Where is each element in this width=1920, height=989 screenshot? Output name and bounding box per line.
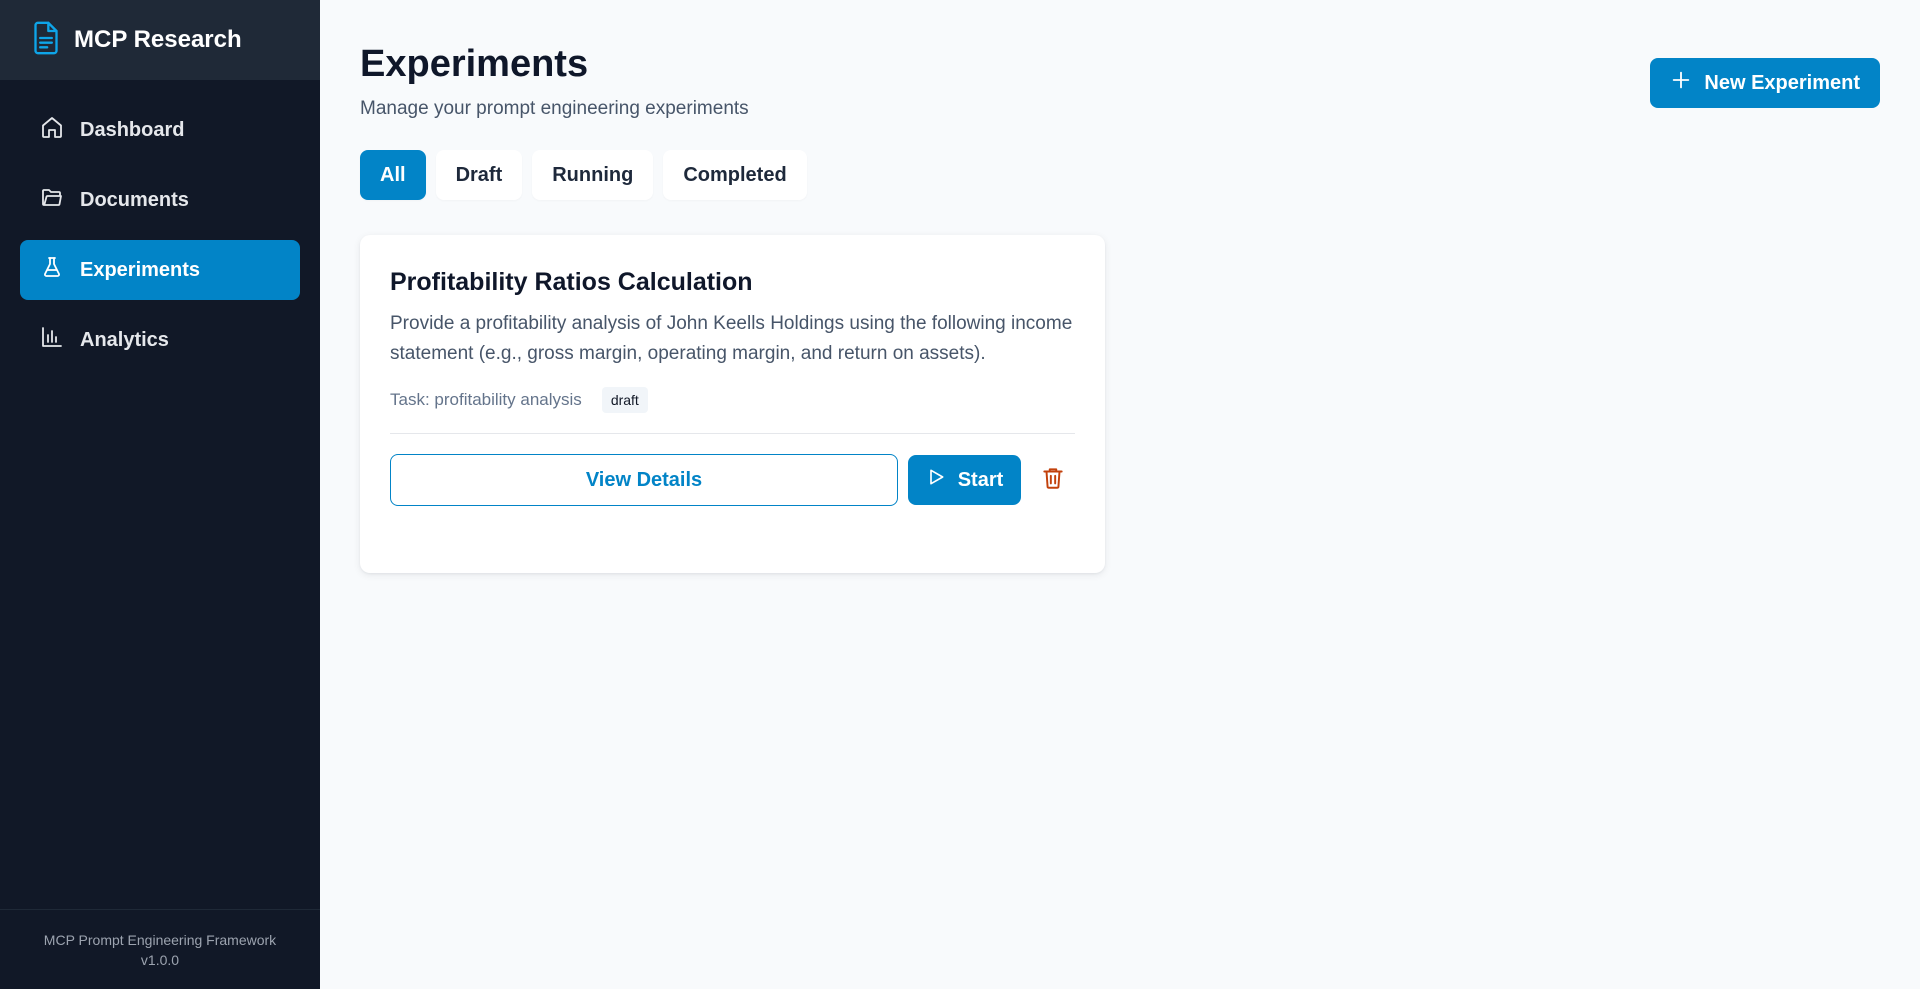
- experiment-title: Profitability Ratios Calculation: [390, 268, 753, 296]
- sidebar-item-dashboard[interactable]: Dashboard: [20, 100, 300, 160]
- main-content: Experiments Manage your prompt engineeri…: [320, 0, 1920, 989]
- filter-draft[interactable]: Draft: [435, 150, 523, 200]
- card-actions: View Details Start: [390, 454, 1075, 506]
- bar-chart-icon: [40, 325, 64, 355]
- brand-header: MCP Research: [0, 0, 320, 80]
- app-title: MCP Research: [74, 26, 242, 53]
- experiment-description: Provide a profitability analysis of John…: [390, 313, 1073, 364]
- filter-running[interactable]: Running: [532, 150, 654, 200]
- sidebar-item-documents[interactable]: Documents: [20, 170, 300, 230]
- sidebar-footer: MCP Prompt Engineering Framework v1.0.0: [0, 909, 320, 989]
- sidebar-item-label: Dashboard: [80, 118, 185, 141]
- folder-icon: [40, 185, 64, 215]
- home-icon: [40, 115, 64, 145]
- experiment-meta: Task: profitability analysis draft: [390, 387, 1075, 413]
- filter-all[interactable]: All: [360, 150, 426, 200]
- status-filter-tabs: All Draft Running Completed: [360, 150, 1880, 200]
- filter-completed[interactable]: Completed: [663, 150, 807, 200]
- document-icon: [32, 20, 60, 61]
- status-badge: draft: [601, 387, 648, 413]
- card-divider: [390, 433, 1075, 434]
- sidebar: MCP Research Dashboard Documents Experim…: [0, 0, 320, 989]
- sidebar-item-analytics[interactable]: Analytics: [20, 310, 300, 370]
- sidebar-item-label: Analytics: [80, 328, 169, 351]
- experiment-task: Task: profitability analysis: [390, 390, 582, 409]
- sidebar-nav: Dashboard Documents Experiments Analytic…: [0, 80, 320, 390]
- new-experiment-button[interactable]: New Experiment: [1650, 58, 1880, 108]
- flask-icon: [40, 255, 64, 285]
- play-icon: [926, 467, 946, 493]
- start-button[interactable]: Start: [908, 455, 1021, 505]
- delete-button[interactable]: [1033, 455, 1073, 505]
- plus-icon: [1670, 69, 1692, 97]
- view-details-button[interactable]: View Details: [390, 454, 898, 506]
- footer-framework-name: MCP Prompt Engineering Framework: [43, 931, 277, 948]
- footer-version: v1.0.0: [140, 951, 180, 968]
- experiment-card: Profitability Ratios Calculation Provide…: [360, 235, 1105, 573]
- sidebar-item-label: Documents: [80, 188, 189, 211]
- sidebar-item-experiments[interactable]: Experiments: [20, 240, 300, 300]
- new-experiment-label: New Experiment: [1704, 71, 1860, 94]
- trash-icon: [1040, 465, 1066, 496]
- start-label: Start: [957, 468, 1004, 491]
- sidebar-item-label: Experiments: [80, 258, 201, 281]
